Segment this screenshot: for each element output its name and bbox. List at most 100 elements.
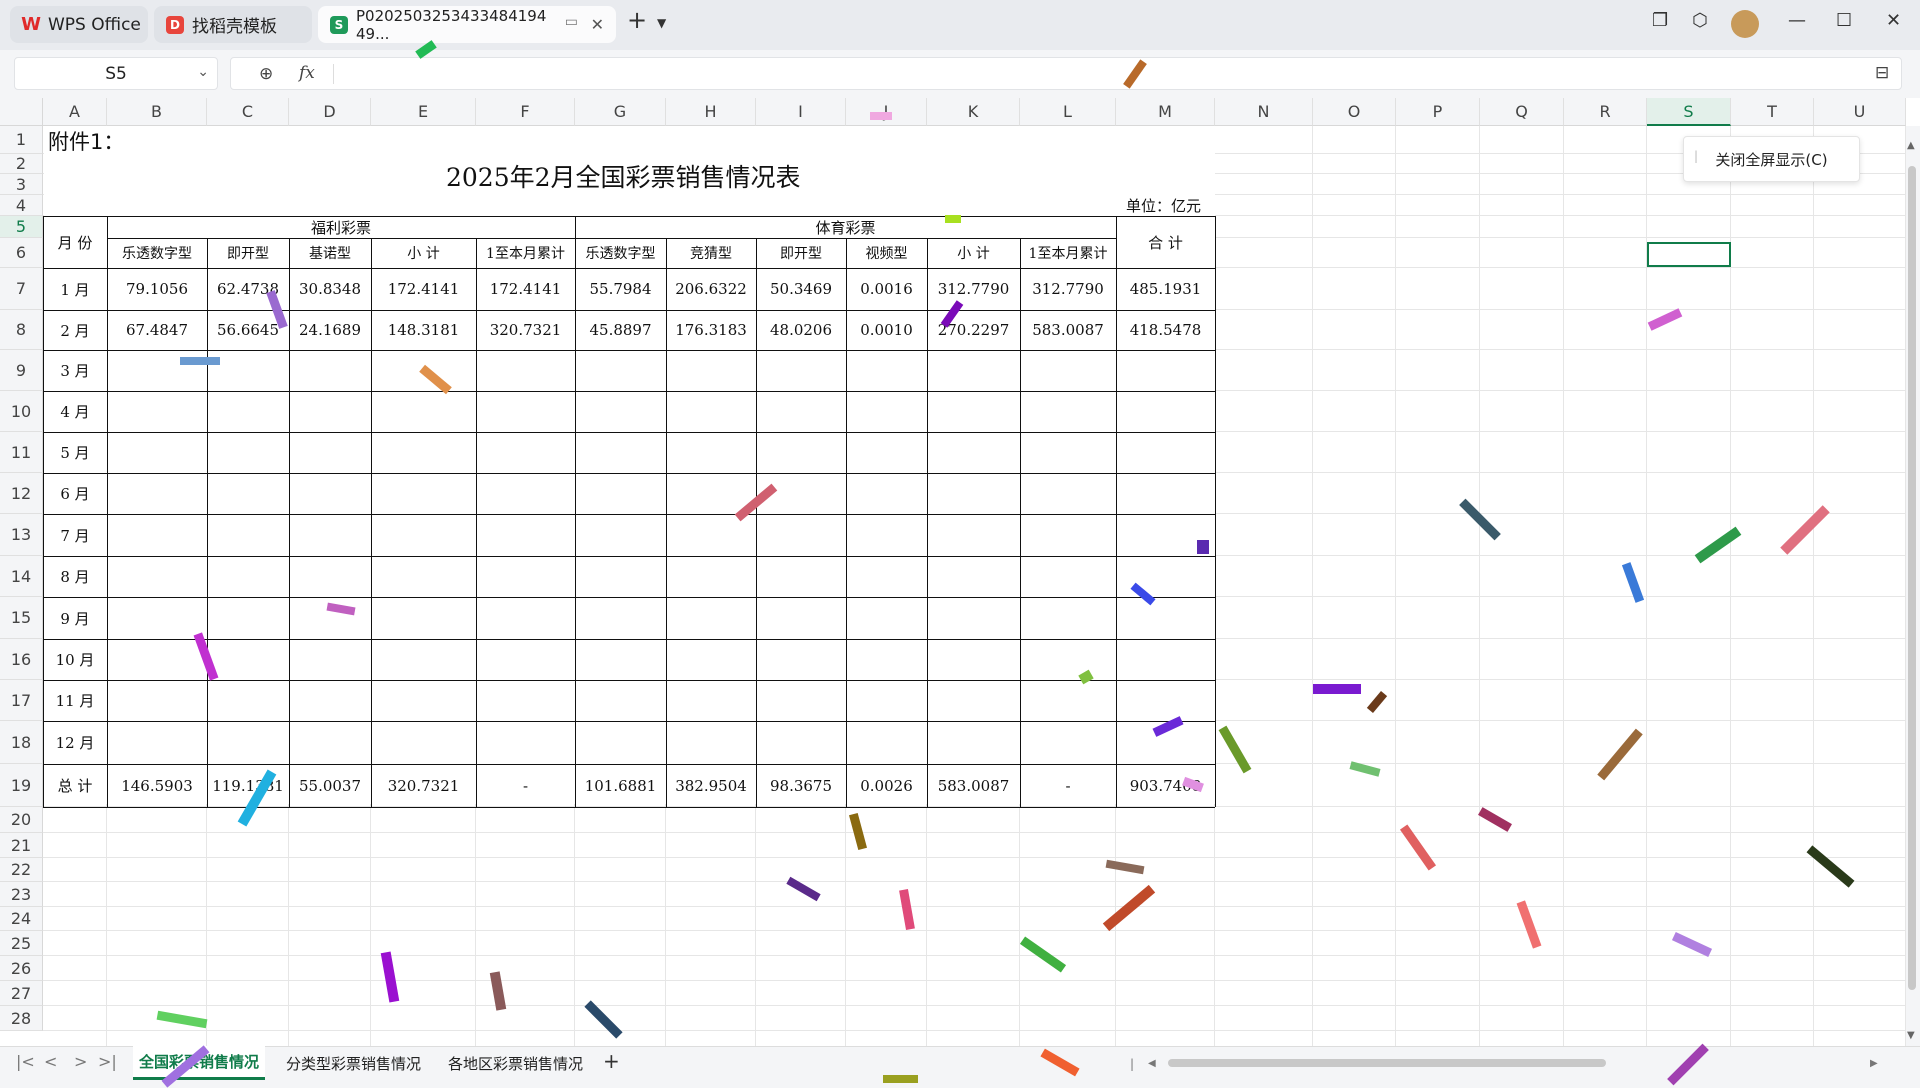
tab-wps-office[interactable]: W WPS Office [10,6,148,43]
row-header[interactable]: 18 [0,721,43,764]
column-header[interactable]: L [1020,98,1116,126]
row-header[interactable]: 27 [0,981,43,1006]
sheet-tab-by-type[interactable]: 分类型彩票销售情况 [280,1046,427,1080]
last-sheet-icon[interactable]: >| [98,1052,117,1071]
row-header[interactable]: 24 [0,907,43,931]
avatar[interactable] [1731,10,1759,38]
row-header[interactable]: 2 [0,154,43,174]
next-sheet-icon[interactable]: > [74,1052,87,1071]
column-header[interactable]: M [1116,98,1215,126]
select-all-corner[interactable] [0,98,43,126]
data-cell: 206.6322 [667,269,755,309]
row-header[interactable]: 9 [0,350,43,391]
scroll-left-icon[interactable]: | [1130,1057,1134,1071]
grid-line [43,906,1908,907]
column-header[interactable]: N [1215,98,1313,126]
row-header[interactable]: 26 [0,956,43,981]
column-header[interactable]: K [927,98,1020,126]
first-sheet-icon[interactable]: |< [16,1052,35,1071]
row-header[interactable]: 10 [0,391,43,432]
row-header[interactable]: 14 [0,556,43,597]
confetti-piece [180,357,220,365]
scroll-right-arrow-icon[interactable]: ▶ [1870,1058,1878,1069]
tab-spreadsheet-file[interactable]: S P0202503253433484194​49... ▭ ✕ [318,6,616,43]
horizontal-scroll-thumb[interactable] [1168,1059,1606,1067]
prev-sheet-icon[interactable]: < [44,1052,57,1071]
column-header[interactable]: I [756,98,846,126]
column-header[interactable]: H [666,98,756,126]
fx-icon[interactable]: fx [299,63,315,83]
scroll-up-icon[interactable]: ▲ [1907,140,1915,151]
column-header[interactable]: B [107,98,207,126]
sub-header: 1至本月累计 [477,239,574,267]
formula-expand-icon[interactable]: ⊟ [1875,63,1889,83]
name-box[interactable]: S5 ⌄ [14,57,218,90]
table-border [756,238,757,807]
formula-input[interactable]: ⊕ fx [230,57,1902,90]
name-box-value: S5 [105,63,127,84]
row-header[interactable]: 8 [0,310,43,350]
scroll-left-arrow-icon[interactable]: ◀ [1148,1058,1156,1069]
row-header[interactable]: 17 [0,680,43,721]
total-cell: 98.3675 [757,765,845,806]
chevron-down-icon[interactable]: ▼ [657,16,666,30]
data-cell: 55.7984 [576,269,665,309]
column-header[interactable]: O [1313,98,1396,126]
row-header[interactable]: 6 [0,238,43,268]
month-label: 3 月 [44,351,106,390]
table-border [43,597,1215,598]
column-header[interactable]: R [1564,98,1647,126]
minimize-icon[interactable]: — [1788,10,1806,31]
row-header[interactable]: 16 [0,639,43,680]
row-header[interactable]: 23 [0,882,43,907]
row-header[interactable]: 4 [0,195,43,216]
window-layout-icon[interactable]: ❐ [1652,10,1668,31]
column-header[interactable]: E [371,98,476,126]
zoom-icon[interactable]: ⊕ [259,64,273,84]
row-header[interactable]: 25 [0,931,43,956]
data-cell: 270.2297 [928,311,1019,349]
row-header[interactable]: 7 [0,268,43,310]
row-header[interactable]: 20 [0,807,43,833]
vertical-scroll-thumb[interactable] [1908,166,1916,990]
column-header[interactable]: G [575,98,666,126]
row-header[interactable]: 15 [0,597,43,639]
row-header[interactable]: 3 [0,174,43,195]
sheet-tab-by-region[interactable]: 各地区彩票销售情况 [442,1046,589,1080]
column-header[interactable]: C [207,98,289,126]
tab-daoke-templates[interactable]: D 找稻壳模板 [154,6,312,43]
selected-cell[interactable] [1647,242,1731,267]
row-header[interactable]: 13 [0,514,43,556]
cube-icon[interactable]: ⬡ [1692,10,1708,31]
row-header[interactable]: 11 [0,432,43,473]
column-header[interactable]: A [43,98,107,126]
row-header[interactable]: 28 [0,1006,43,1031]
grid-line [1312,126,1313,1046]
monitor-icon[interactable]: ▭ [565,14,578,30]
table-border [927,238,928,807]
row-header[interactable]: 21 [0,833,43,858]
row-header[interactable]: 5 [0,216,43,238]
add-sheet-icon[interactable]: + [603,1049,620,1073]
chevron-down-icon[interactable]: ⌄ [197,64,209,80]
attachment-label: 附件1： [44,128,224,154]
close-fullscreen-button[interactable]: | 关闭全屏显示(C) [1683,136,1860,182]
column-header[interactable]: P [1396,98,1480,126]
row-header[interactable]: 22 [0,858,43,882]
table-border [43,350,1215,351]
row-header[interactable]: 1 [0,126,43,154]
close-window-icon[interactable]: ✕ [1886,10,1901,31]
scroll-down-icon[interactable]: ▼ [1907,1030,1915,1041]
data-cell: 67.4847 [108,311,206,349]
column-header[interactable]: U [1814,98,1906,126]
maximize-icon[interactable]: ☐ [1836,10,1852,31]
column-header[interactable]: S [1647,98,1731,126]
column-header[interactable]: F [476,98,575,126]
close-icon[interactable]: ✕ [591,15,604,34]
column-header[interactable]: Q [1480,98,1564,126]
row-header[interactable]: 19 [0,764,43,807]
row-header[interactable]: 12 [0,473,43,514]
column-header[interactable]: T [1731,98,1814,126]
new-tab-icon[interactable]: + [627,6,647,34]
column-header[interactable]: D [289,98,371,126]
